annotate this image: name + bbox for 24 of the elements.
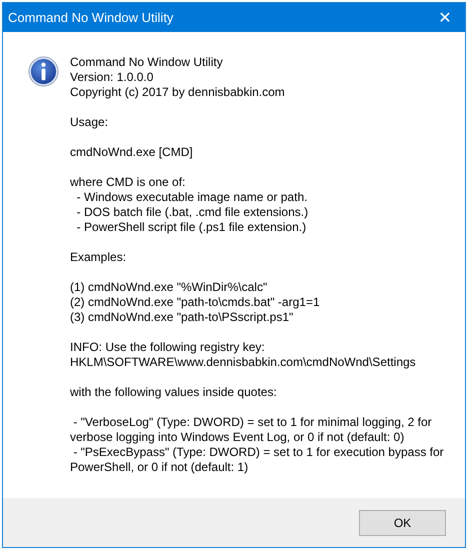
- message-line: Copyright (c) 2017 by dennisbabkin.com: [70, 85, 286, 100]
- message-line: where CMD is one of:: [70, 175, 186, 190]
- info-icon: [28, 56, 59, 87]
- message-line: - PowerShell script file (.ps1 file extension.): [76, 220, 308, 235]
- message-line: Version: 1.0.0.0: [70, 70, 154, 85]
- message-line: with the following values inside quotes:: [70, 385, 278, 400]
- message-line: - "VerboseLog" (Type: DWORD) = set to 1 for minimal logging, 2 for: [72, 415, 433, 430]
- close-button[interactable]: ✕: [425, 3, 465, 32]
- message-line: (1) cmdNoWnd.exe "%WinDir%\calc": [70, 280, 268, 295]
- message-line: Command No Window Utility: [70, 55, 224, 70]
- message-line: - Windows executable image name or path.: [76, 190, 308, 205]
- message-line: (3) cmdNoWnd.exe "path-to\PSscript.ps1": [70, 310, 294, 325]
- message-line: verbose logging into Windows Event Log, or 0 if not (default: 0): [70, 430, 406, 445]
- message-line: cmdNoWnd.exe [CMD]: [70, 145, 194, 160]
- message-line: - "PsExecBypass" (Type: DWORD) = set to 1 for execution bypass for: [72, 445, 444, 460]
- message-line: - DOS batch file (.bat, .cmd file extensions.): [76, 205, 310, 220]
- message-line: HKLM\SOFTWARE\www.dennisbabkin.com\cmdNoWnd\Settings: [70, 355, 417, 370]
- message-line: (2) cmdNoWnd.exe "path-to\cmds.bat" -arg1=1: [70, 295, 321, 310]
- message-line: Examples:: [70, 250, 128, 265]
- ok-button[interactable]: OK: [359, 510, 446, 536]
- message-line: PowerShell, or 0 if not (default: 1): [70, 460, 250, 475]
- message-line: INFO: Use the following registry key:: [70, 340, 266, 355]
- message-line: Usage:: [70, 115, 110, 130]
- window-title: Command No Window Utility: [8, 10, 174, 25]
